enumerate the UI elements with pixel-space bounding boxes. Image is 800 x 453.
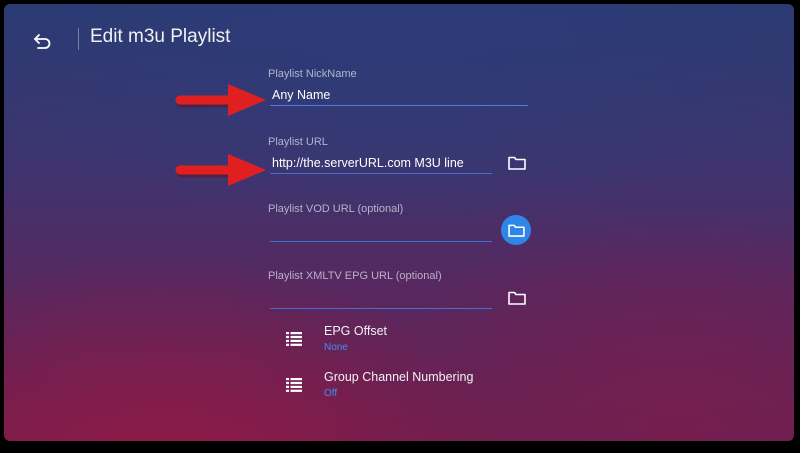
epg-url-browse-button[interactable] <box>504 285 530 311</box>
vod-url-browse-button[interactable] <box>501 215 531 245</box>
epg-url-input[interactable] <box>270 287 492 309</box>
epg-offset-value: None <box>324 342 348 353</box>
url-input[interactable]: http://the.serverURL.com M3U line <box>270 152 492 174</box>
annotation-arrow-url <box>175 154 266 186</box>
list-icon <box>286 378 302 392</box>
back-button[interactable] <box>28 26 58 56</box>
nickname-input[interactable]: Any Name <box>270 84 528 106</box>
folder-icon <box>507 224 525 237</box>
epg-url-label: Playlist XMLTV EPG URL (optional) <box>268 270 442 282</box>
nickname-label: Playlist NickName <box>268 68 357 80</box>
group-channel-numbering-title: Group Channel Numbering <box>324 370 474 384</box>
vod-url-label: Playlist VOD URL (optional) <box>268 203 404 215</box>
group-channel-numbering-value: Off <box>324 388 338 399</box>
folder-icon <box>508 156 526 170</box>
epg-offset-title: EPG Offset <box>324 324 387 338</box>
title-divider <box>78 28 79 50</box>
group-channel-numbering-setting[interactable]: Group Channel Numbering Off <box>280 370 540 404</box>
app-screen: Edit m3u Playlist Playlist NickName Any … <box>4 4 794 441</box>
folder-icon <box>508 291 526 305</box>
back-arrow-icon <box>34 34 51 49</box>
list-icon <box>286 332 302 346</box>
page-title: Edit m3u Playlist <box>90 26 231 47</box>
url-browse-button[interactable] <box>504 150 530 176</box>
vod-url-input[interactable] <box>270 220 492 242</box>
epg-offset-setting[interactable]: EPG Offset None <box>280 324 540 358</box>
url-label: Playlist URL <box>268 136 328 148</box>
annotation-arrow-nickname <box>175 84 266 116</box>
